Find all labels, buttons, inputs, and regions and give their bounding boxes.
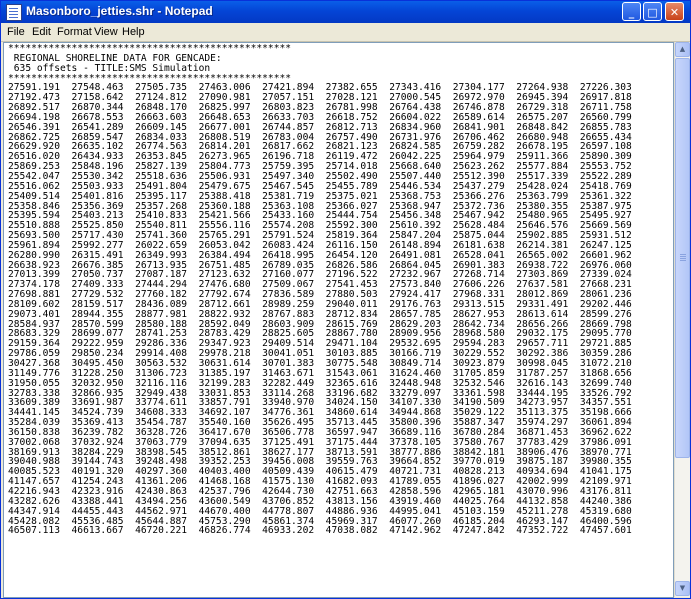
notepad-window: Masonboro_jetties.shr - Notepad _ □ ✕ Fi… [0, 0, 691, 599]
vertical-scrollbar[interactable]: ▲ ▼ [674, 42, 690, 597]
close-button[interactable]: ✕ [665, 2, 684, 21]
scroll-thumb[interactable] [675, 58, 690, 458]
notepad-icon[interactable] [6, 4, 22, 21]
title-bar[interactable]: Masonboro_jetties.shr - Notepad _ □ ✕ [1, 1, 690, 23]
menu-file[interactable]: File [7, 26, 25, 38]
text-line: 46507.113 46613.667 46720.221 46826.774 … [8, 525, 632, 537]
menu-format[interactable]: Format [57, 26, 92, 38]
window-title: Masonboro_jetties.shr - Notepad [26, 4, 213, 18]
document-text[interactable]: ****************************************… [8, 44, 632, 536]
scroll-down-button[interactable]: ▼ [675, 581, 690, 596]
menu-edit[interactable]: Edit [32, 26, 51, 38]
scroll-up-button[interactable]: ▲ [675, 42, 690, 57]
menu-help[interactable]: Help [122, 26, 145, 38]
text-editor[interactable]: ****************************************… [3, 42, 674, 598]
menu-view[interactable]: View [94, 26, 118, 38]
maximize-button[interactable]: □ [643, 2, 662, 21]
minimize-button[interactable]: _ [622, 2, 641, 21]
menu-bar: File Edit Format View Help [1, 23, 690, 42]
grip-icon [680, 254, 686, 255]
